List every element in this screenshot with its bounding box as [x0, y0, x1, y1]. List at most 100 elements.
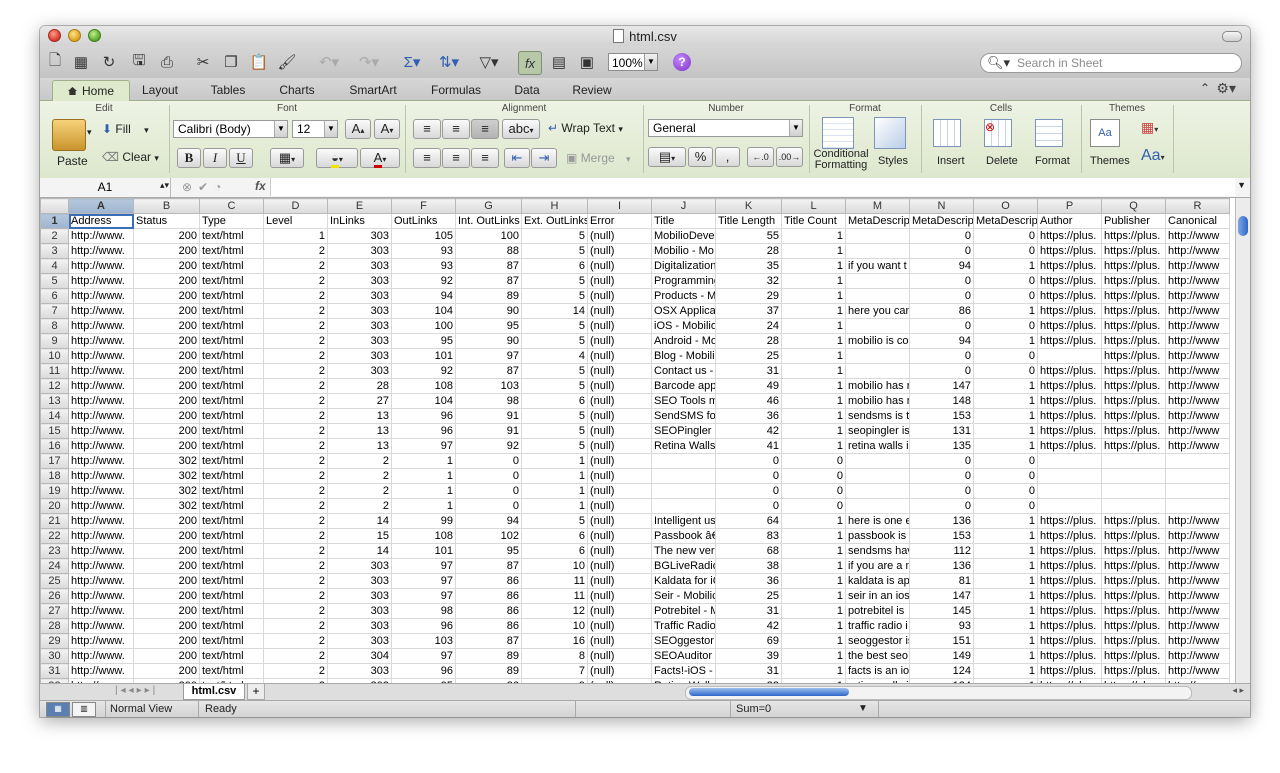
column-header-g[interactable]: G: [455, 198, 522, 214]
align-right-button[interactable]: ≡: [471, 148, 499, 168]
cell[interactable]: http://www.: [68, 288, 134, 304]
cell[interactable]: the best seo: [845, 648, 910, 664]
cut-icon[interactable]: ✂: [192, 51, 214, 73]
cell[interactable]: [845, 468, 910, 484]
styles-icon[interactable]: [874, 117, 906, 149]
cell[interactable]: 97: [391, 558, 456, 574]
paste-icon[interactable]: 📋: [248, 51, 270, 73]
page-layout-view-icon[interactable]: ▥: [72, 702, 96, 717]
cell[interactable]: Author: [1037, 213, 1102, 229]
cell[interactable]: 1: [781, 363, 846, 379]
column-header-j[interactable]: J: [651, 198, 716, 214]
cell[interactable]: 91: [455, 408, 522, 424]
cell[interactable]: 303: [327, 663, 392, 679]
cell[interactable]: http://www: [1165, 573, 1230, 589]
cell[interactable]: 14: [327, 513, 392, 529]
cell[interactable]: http://www.: [68, 573, 134, 589]
cell[interactable]: 1: [973, 408, 1038, 424]
cell[interactable]: text/html: [199, 558, 264, 574]
column-header-p[interactable]: P: [1037, 198, 1102, 214]
cell[interactable]: (null): [587, 273, 652, 289]
cell[interactable]: 95: [391, 333, 456, 349]
cell[interactable]: Mobilio - Mo: [651, 243, 716, 259]
conditional-formatting-button[interactable]: Conditional Formatting: [813, 149, 869, 171]
formula-input[interactable]: [270, 178, 1235, 196]
cell[interactable]: The new vers: [651, 543, 716, 559]
cell[interactable]: [845, 243, 910, 259]
cell[interactable]: 2: [263, 288, 328, 304]
cell[interactable]: 200: [133, 243, 200, 259]
cell[interactable]: https://plus.: [1101, 363, 1166, 379]
cell[interactable]: http://www: [1165, 648, 1230, 664]
format-button[interactable]: Format: [1035, 155, 1070, 167]
cell[interactable]: 7: [521, 663, 588, 679]
cell[interactable]: 93: [391, 243, 456, 259]
cell[interactable]: 1: [973, 303, 1038, 319]
cell[interactable]: 2: [263, 408, 328, 424]
cell[interactable]: http://www: [1165, 378, 1230, 394]
cell[interactable]: mobilio has r: [845, 393, 910, 409]
cell[interactable]: 1: [973, 663, 1038, 679]
cell[interactable]: [845, 453, 910, 469]
cell[interactable]: http://www.: [68, 453, 134, 469]
cell[interactable]: 96: [391, 663, 456, 679]
cell[interactable]: 8: [521, 648, 588, 664]
cell[interactable]: 6: [521, 528, 588, 544]
name-box[interactable]: A1: [40, 178, 171, 197]
cell[interactable]: [845, 288, 910, 304]
cell[interactable]: https://plus.: [1037, 363, 1102, 379]
cell[interactable]: text/html: [199, 453, 264, 469]
cell[interactable]: 98: [391, 603, 456, 619]
cell[interactable]: 16: [521, 633, 588, 649]
cell[interactable]: 2: [263, 573, 328, 589]
cell[interactable]: (null): [587, 288, 652, 304]
cell[interactable]: 200: [133, 408, 200, 424]
theme-fonts-icon[interactable]: Aa▾: [1141, 147, 1165, 165]
borders-button[interactable]: ▦▾: [270, 148, 304, 168]
cell[interactable]: 31: [715, 663, 782, 679]
cell[interactable]: 103: [455, 378, 522, 394]
cell[interactable]: 200: [133, 513, 200, 529]
cell[interactable]: text/html: [199, 618, 264, 634]
cell[interactable]: 2: [263, 648, 328, 664]
cell[interactable]: [845, 228, 910, 244]
tab-formulas[interactable]: Formulas: [420, 80, 492, 100]
cell[interactable]: 200: [133, 528, 200, 544]
cell[interactable]: 4: [521, 348, 588, 364]
cell[interactable]: http://www.: [68, 378, 134, 394]
toolbar-toggle-button[interactable]: [1222, 31, 1242, 42]
cell[interactable]: sendsms hav: [845, 543, 910, 559]
cell[interactable]: 97: [391, 438, 456, 454]
cell[interactable]: [845, 498, 910, 514]
cell[interactable]: 1: [973, 648, 1038, 664]
cell[interactable]: 200: [133, 603, 200, 619]
cell[interactable]: 41: [715, 438, 782, 454]
cell[interactable]: 100: [391, 318, 456, 334]
cell[interactable]: https://plus.: [1037, 228, 1102, 244]
cell[interactable]: 0: [455, 468, 522, 484]
cell[interactable]: 96: [391, 423, 456, 439]
cell[interactable]: 1: [973, 258, 1038, 274]
cell[interactable]: 1: [973, 378, 1038, 394]
cell[interactable]: 92: [455, 438, 522, 454]
cell[interactable]: 1: [973, 333, 1038, 349]
cell[interactable]: 0: [715, 453, 782, 469]
cell[interactable]: 200: [133, 228, 200, 244]
cell[interactable]: [845, 273, 910, 289]
cell[interactable]: 0: [781, 453, 846, 469]
align-middle-button[interactable]: ≡: [442, 119, 470, 139]
cell[interactable]: http://www: [1165, 348, 1230, 364]
cell[interactable]: 145: [909, 603, 974, 619]
cell[interactable]: (null): [587, 408, 652, 424]
cell[interactable]: 303: [327, 558, 392, 574]
row-header[interactable]: 11: [40, 363, 69, 379]
cell[interactable]: 136: [909, 513, 974, 529]
cell[interactable]: https://plus.: [1101, 348, 1166, 364]
clear-button[interactable]: ⌫ Clear ▾: [102, 150, 159, 164]
cell[interactable]: 39: [715, 648, 782, 664]
cell[interactable]: (null): [587, 378, 652, 394]
cell[interactable]: [845, 483, 910, 499]
cell[interactable]: 83: [715, 528, 782, 544]
cell[interactable]: 2: [263, 393, 328, 409]
insert-cells-icon[interactable]: [933, 119, 961, 147]
